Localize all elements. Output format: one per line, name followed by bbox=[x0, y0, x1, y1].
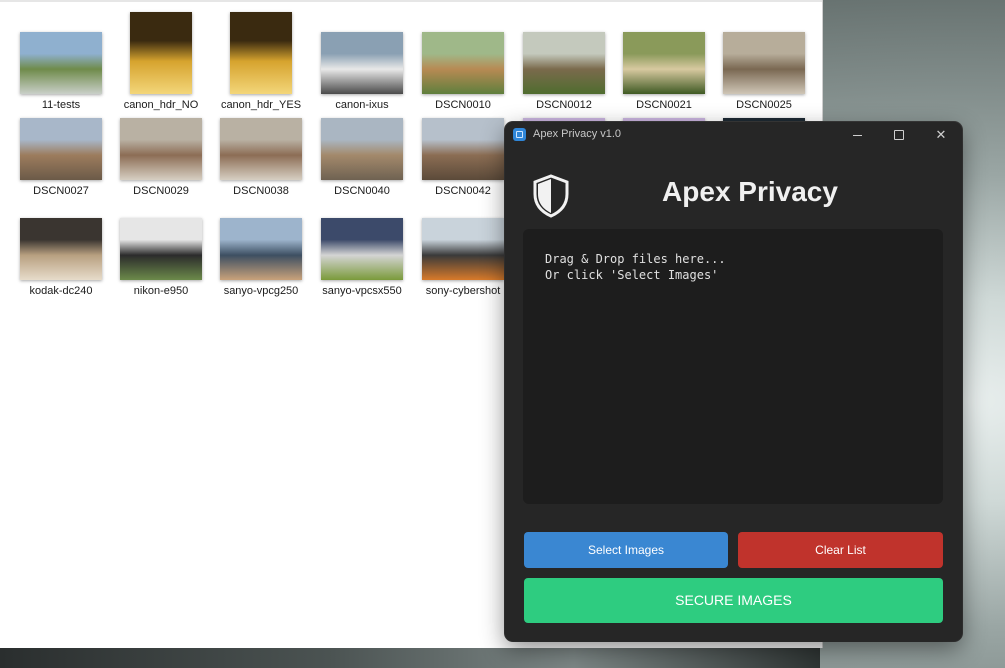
title-bar[interactable]: Apex Privacy v1.0 ✕ bbox=[505, 122, 962, 148]
file-name: canon_hdr_NO bbox=[123, 99, 199, 111]
church-thumbnail bbox=[321, 118, 403, 180]
file-name: DSCN0038 bbox=[233, 185, 289, 197]
file-name: 11-tests bbox=[41, 99, 81, 111]
alley-thumbnail bbox=[220, 118, 302, 180]
tower-thumbnail bbox=[422, 118, 504, 180]
secure-images-button[interactable]: SECURE IMAGES bbox=[524, 578, 943, 623]
harbor-thumbnail bbox=[220, 218, 302, 280]
file-name: kodak-dc240 bbox=[29, 285, 93, 297]
wedding-thumbnail bbox=[321, 32, 403, 94]
file-name: DSCN0010 bbox=[435, 99, 491, 111]
shield-icon bbox=[533, 174, 569, 218]
app-icon bbox=[513, 128, 526, 141]
drop-hint-line-1: Drag & Drop files here... bbox=[545, 252, 726, 266]
garden-thumbnail bbox=[422, 32, 504, 94]
file-name: DSCN0012 bbox=[536, 99, 592, 111]
food-thumbnail bbox=[321, 218, 403, 280]
file-name: DSCN0021 bbox=[636, 99, 692, 111]
file-name: DSCN0042 bbox=[435, 185, 491, 197]
street-thumbnail bbox=[723, 32, 805, 94]
alley-thumbnail bbox=[120, 118, 202, 180]
file-name: canon_hdr_YES bbox=[220, 99, 302, 111]
minimize-button[interactable] bbox=[839, 125, 875, 145]
cannon-thumbnail bbox=[120, 218, 202, 280]
clear-list-button[interactable]: Clear List bbox=[738, 532, 943, 568]
chandelier-thumbnail bbox=[230, 12, 292, 94]
park-thumbnail bbox=[523, 32, 605, 94]
file-name: sony-cybershot bbox=[425, 285, 501, 297]
chandelier-thumbnail bbox=[130, 12, 192, 94]
file-name: sanyo-vpcg250 bbox=[223, 285, 299, 297]
maximize-button[interactable] bbox=[881, 125, 917, 145]
apex-privacy-window: Apex Privacy v1.0 ✕ Apex Privacy Drag & … bbox=[505, 122, 962, 641]
explorer-top-border bbox=[0, 0, 822, 2]
close-button[interactable]: ✕ bbox=[923, 125, 959, 145]
file-name: nikon-e950 bbox=[133, 285, 189, 297]
landscape-thumbnail bbox=[20, 32, 102, 94]
drop-zone[interactable]: Drag & Drop files here... Or click 'Sele… bbox=[523, 229, 943, 504]
tree-thumbnail bbox=[623, 32, 705, 94]
file-name: DSCN0040 bbox=[334, 185, 390, 197]
drop-hint-line-2: Or click 'Select Images' bbox=[545, 268, 719, 282]
window-title: Apex Privacy v1.0 bbox=[533, 128, 622, 140]
person-thumbnail bbox=[422, 218, 504, 280]
file-name: canon-ixus bbox=[335, 99, 389, 111]
select-images-button[interactable]: Select Images bbox=[524, 532, 728, 568]
file-name: DSCN0027 bbox=[33, 185, 89, 197]
cat-thumbnail bbox=[20, 218, 102, 280]
plaza-thumbnail bbox=[20, 118, 102, 180]
file-name: DSCN0029 bbox=[133, 185, 189, 197]
file-name: sanyo-vpcsx550 bbox=[322, 285, 402, 297]
file-name: DSCN0025 bbox=[736, 99, 792, 111]
app-heading: Apex Privacy bbox=[662, 176, 838, 207]
